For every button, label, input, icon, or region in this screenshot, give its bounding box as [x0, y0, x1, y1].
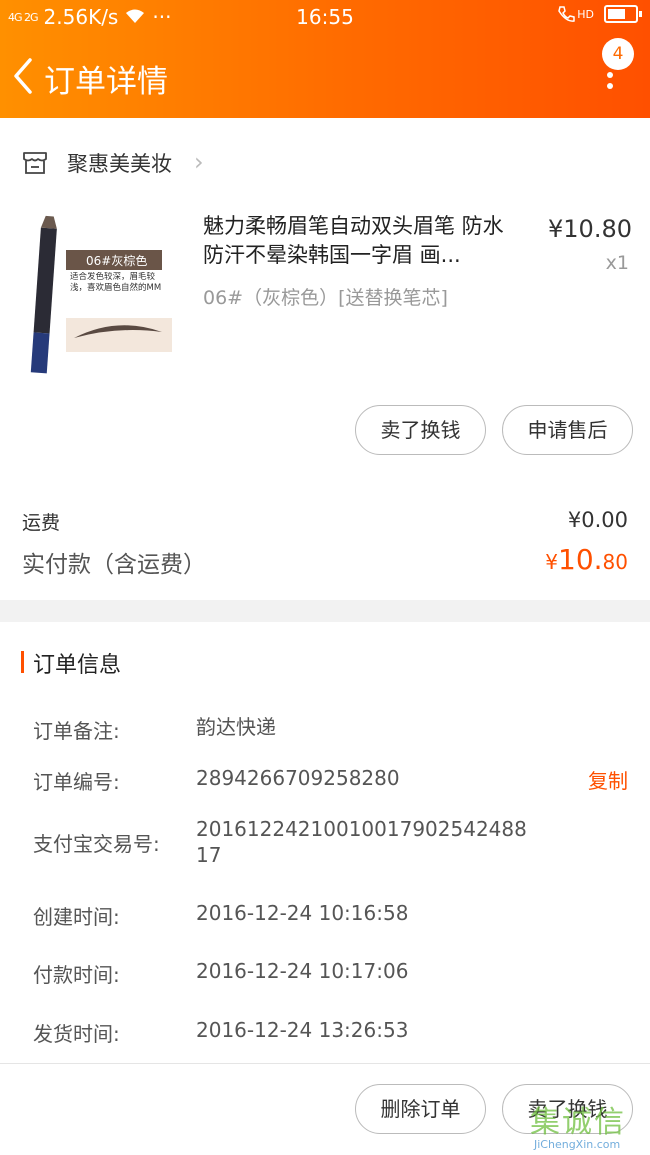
product-title[interactable]: 魅力柔畅眉笔自动双头眉笔 防水防汗不晕染韩国一字眉 画...	[203, 212, 523, 270]
section-accent-bar	[21, 651, 24, 673]
shipping-fee-value: ¥0.00	[567, 508, 628, 532]
total-paid-decimal: 80	[602, 550, 628, 574]
product-price: ¥10.80	[548, 215, 632, 243]
thumbnail-description: 适合发色较深，眉毛较浅，喜欢眉色自然的MM	[70, 272, 162, 293]
paid-time-value: 2016-12-24 10:17:06	[196, 959, 409, 983]
order-number-label: 订单编号:	[33, 770, 120, 794]
store-icon	[23, 152, 47, 174]
product-thumbnail[interactable]: 06#灰棕色 适合发色较深，眉毛较浅，喜欢眉色自然的MM	[22, 208, 180, 378]
shipped-time-label: 发货时间:	[33, 1022, 120, 1046]
total-paid-label: 实付款（含运费）	[22, 552, 206, 578]
alipay-trade-no-value: 20161224210010017902542488 17	[196, 817, 527, 867]
chevron-right-icon: ›	[194, 148, 204, 176]
order-number-value: 2894266709258280	[196, 766, 400, 790]
watermark-url: JiChengXin.com	[534, 1138, 621, 1151]
store-row[interactable]: 聚惠美美妆 ›	[0, 140, 650, 186]
page-title: 订单详情	[44, 64, 168, 100]
nav-bar: 订单详情 4	[0, 36, 650, 118]
order-note-label: 订单备注:	[33, 719, 120, 743]
order-info-title: 订单信息	[33, 653, 122, 678]
chevron-left-icon	[14, 58, 32, 94]
order-note-value: 韵达快递	[196, 715, 276, 739]
delete-order-button[interactable]: 删除订单	[355, 1084, 486, 1134]
back-button[interactable]	[6, 52, 42, 100]
footer-divider	[0, 1063, 650, 1064]
copy-order-number-button[interactable]: 复制	[588, 765, 628, 794]
message-count-badge: 4	[602, 38, 634, 70]
status-time: 16:55	[296, 5, 354, 29]
total-paid-integer: 10.	[558, 543, 603, 576]
watermark-logo: 集诚信	[530, 1105, 626, 1140]
store-name: 聚惠美美妆	[67, 152, 172, 176]
total-paid-value: ¥10.80	[545, 543, 628, 576]
shipped-time-value: 2016-12-24 13:26:53	[196, 1018, 409, 1042]
paid-time-label: 付款时间:	[33, 963, 120, 987]
total-paid-currency: ¥	[545, 550, 559, 574]
section-divider	[0, 600, 650, 622]
product-quantity: x1	[605, 252, 629, 274]
sell-for-cash-button[interactable]: 卖了换钱	[355, 405, 486, 455]
battery-icon	[604, 5, 642, 23]
after-sale-button[interactable]: 申请售后	[502, 405, 633, 455]
thumbnail-shade-label: 06#灰棕色	[86, 253, 147, 268]
alipay-trade-no-label: 支付宝交易号:	[33, 832, 160, 856]
watermark: 集诚信 JiChengXin.com	[530, 1097, 648, 1151]
shipping-fee-label: 运费	[22, 512, 61, 534]
call-hd-icon: HD	[557, 5, 594, 23]
created-time-value: 2016-12-24 10:16:58	[196, 901, 409, 925]
product-variant: 06#（灰棕色）[送替换笔芯]	[203, 287, 448, 309]
status-bar: 4G 2G 2.56K/s ··· 16:55 HD	[0, 0, 650, 36]
created-time-label: 创建时间:	[33, 905, 120, 929]
